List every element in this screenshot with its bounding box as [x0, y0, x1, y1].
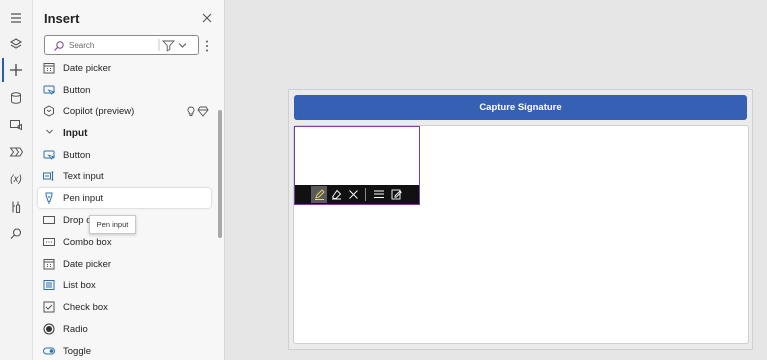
list-box-icon — [43, 279, 55, 291]
radio-icon — [43, 323, 55, 335]
variables-label: (x) — [10, 173, 22, 185]
lightbulb-icon — [186, 105, 212, 117]
panel-scrollbar[interactable] — [218, 110, 222, 238]
container[interactable] — [293, 125, 749, 344]
list-item-label: Toggle — [63, 345, 91, 357]
more-options-icon[interactable] — [203, 38, 211, 54]
list-item-toggle[interactable]: Toggle — [38, 341, 211, 360]
line-weight-icon[interactable] — [371, 186, 387, 203]
list-item-check-box[interactable]: Check box — [38, 297, 211, 317]
list-item-label: Copilot (preview) — [63, 105, 135, 117]
close-icon[interactable] — [200, 11, 214, 25]
calendar-icon — [43, 62, 55, 74]
toolbar-divider — [365, 188, 366, 201]
copilot-icon — [43, 105, 55, 117]
list-item-radio[interactable]: Radio — [38, 319, 211, 339]
button-icon — [43, 84, 55, 96]
database-icon[interactable] — [4, 86, 28, 110]
list-item-pen-input[interactable]: Pen input — [38, 188, 211, 208]
toggle-icon — [43, 345, 55, 357]
draw-icon[interactable] — [311, 186, 327, 203]
media-icon[interactable] — [4, 113, 28, 137]
tooltip: Pen input — [89, 215, 136, 234]
chevron-down-icon — [45, 127, 54, 139]
list-item-date-picker[interactable]: Date picker — [38, 58, 211, 78]
section-label: Input — [63, 127, 88, 139]
search-input[interactable] — [69, 38, 149, 52]
capture-signature-button[interactable]: Capture Signature — [294, 95, 747, 120]
pen-input-control[interactable] — [294, 126, 420, 205]
edit-icon[interactable] — [388, 186, 404, 203]
list-item-label: Drop d — [63, 214, 92, 226]
text-input-icon — [43, 170, 55, 182]
eraser-icon[interactable] — [328, 186, 344, 203]
section-header-input[interactable]: Input — [38, 123, 211, 143]
dropdown-icon — [43, 214, 55, 226]
button-icon — [43, 149, 55, 161]
calendar-icon — [43, 258, 55, 270]
list-item-copilot[interactable]: Copilot (preview) — [38, 101, 211, 121]
check-box-icon — [43, 301, 55, 313]
list-item-text-input[interactable]: Text input — [38, 166, 211, 186]
list-item-label: Pen input — [63, 192, 104, 204]
list-item-label: Combo box — [63, 236, 112, 248]
combo-box-icon — [43, 236, 55, 248]
variables-icon[interactable]: (x) — [4, 167, 28, 191]
list-item-date-picker[interactable]: Date picker — [38, 254, 211, 274]
search-box — [44, 35, 199, 55]
list-item-combo-box[interactable]: Combo box — [38, 232, 211, 252]
list-item-label: Date picker — [63, 258, 112, 270]
insert-list: Date picker Button Copilot (preview) Inp… — [33, 58, 224, 360]
list-item-list-box[interactable]: List box — [38, 275, 211, 295]
power-automate-icon[interactable] — [4, 140, 28, 164]
layers-icon[interactable] — [4, 32, 28, 56]
list-item-label: Button — [63, 149, 91, 161]
plus-icon[interactable] — [2, 58, 28, 82]
list-item-label: Button — [63, 84, 91, 96]
pen-icon — [43, 192, 55, 204]
filter-button[interactable] — [158, 38, 194, 52]
list-item-label: Text input — [63, 170, 104, 182]
list-item-label: Date picker — [63, 62, 112, 74]
insert-panel: Insert Date picker — [33, 0, 225, 360]
search-icon[interactable] — [4, 222, 28, 246]
list-item-label: Check box — [63, 301, 108, 313]
list-item-label: Radio — [63, 323, 88, 335]
app-screen: Capture Signature — [288, 89, 753, 350]
list-item-button[interactable]: Button — [38, 80, 211, 100]
list-item-button[interactable]: Button — [38, 145, 211, 165]
tools-icon[interactable] — [4, 195, 28, 219]
hamburger-icon[interactable] — [4, 6, 28, 30]
clear-icon[interactable] — [345, 186, 361, 203]
pen-toolbar — [295, 185, 419, 204]
left-rail: (x) — [0, 0, 33, 360]
search-icon — [53, 39, 65, 57]
panel-title: Insert — [44, 11, 80, 26]
list-item-label: List box — [63, 279, 96, 291]
